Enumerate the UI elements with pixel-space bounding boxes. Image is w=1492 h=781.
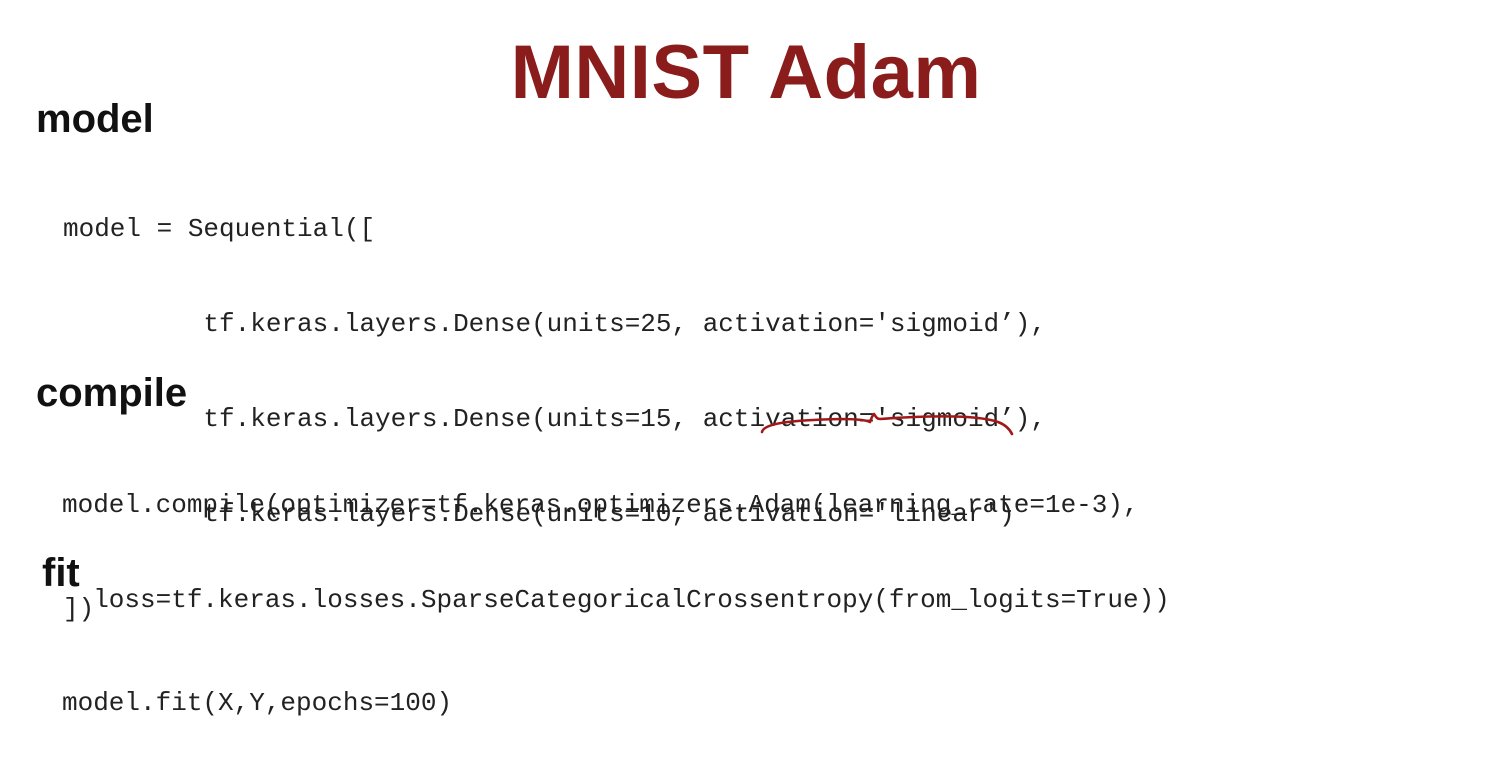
section-heading-fit: fit bbox=[42, 551, 80, 595]
code-line: loss=tf.keras.losses.SparseCategoricalCr… bbox=[62, 585, 1170, 615]
slide-title: MNIST Adam bbox=[510, 30, 982, 115]
section-heading-model: model bbox=[36, 97, 154, 141]
code-line: model.fit(X,Y,epochs=100) bbox=[62, 688, 453, 718]
section-heading-compile: compile bbox=[36, 371, 188, 415]
code-line: tf.keras.layers.Dense(units=25, activati… bbox=[63, 309, 1046, 339]
code-line: model = Sequential([ bbox=[63, 214, 376, 244]
slide: MNIST Adam model model = Sequential([ tf… bbox=[0, 0, 1492, 735]
code-block-fit: model.fit(X,Y,epochs=100) bbox=[62, 626, 452, 781]
code-line: model.compile(optimizer=tf.keras.optimiz… bbox=[62, 490, 1139, 520]
